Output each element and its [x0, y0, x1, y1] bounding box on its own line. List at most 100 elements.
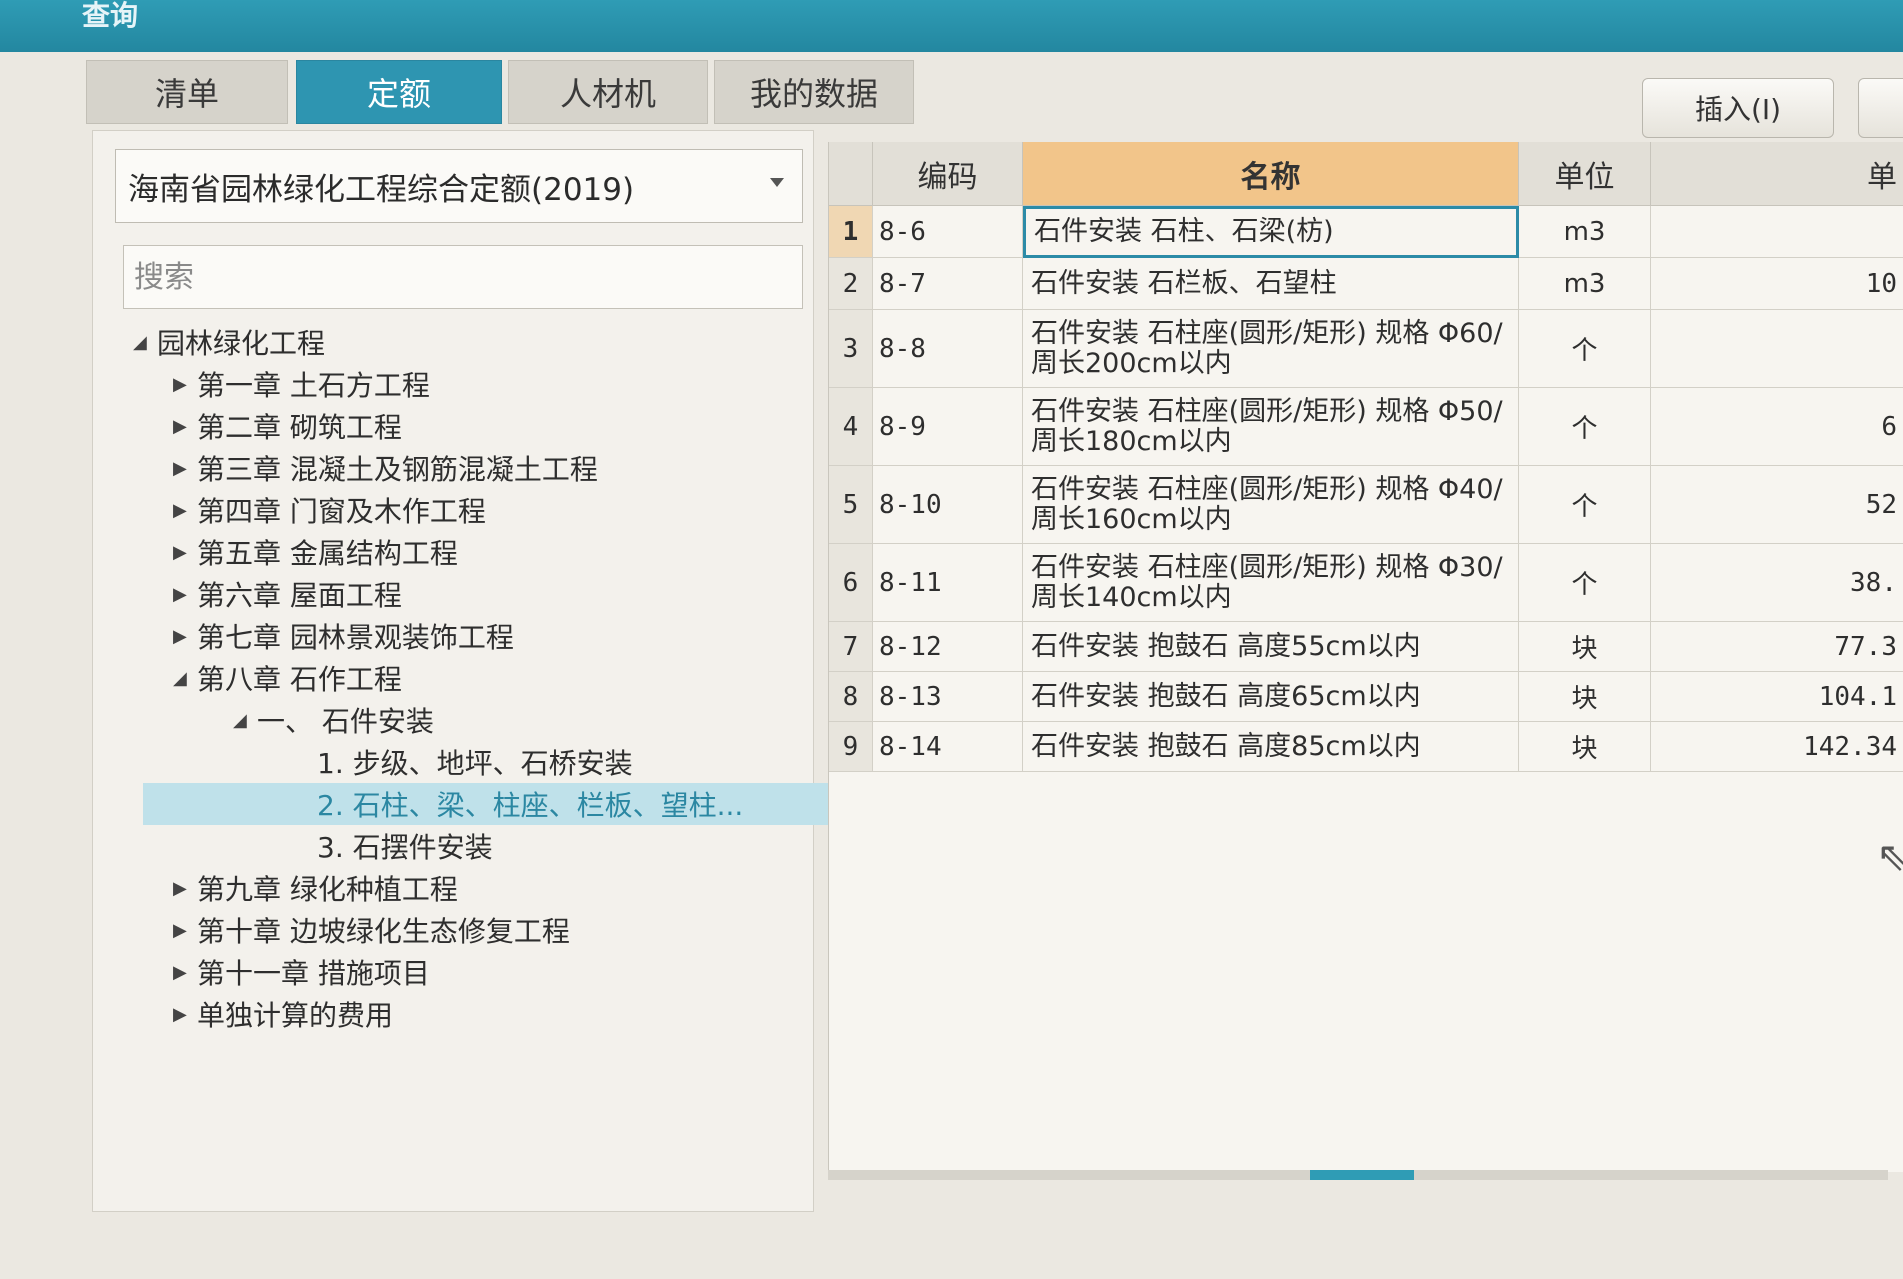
tree-item-label: 一、 石件安装 [257, 705, 434, 738]
row-number[interactable]: 4 [829, 388, 873, 466]
expand-arrow-icon[interactable]: ▶ [173, 1004, 197, 1025]
row-number[interactable]: 9 [829, 722, 873, 772]
row-number[interactable]: 1 [829, 206, 873, 258]
expand-arrow-icon[interactable]: ▶ [173, 962, 197, 983]
code-cell[interactable]: 8-9 [873, 388, 1023, 466]
window-title: 查询 [82, 0, 139, 32]
expand-arrow-icon[interactable]: ▶ [173, 920, 197, 941]
expand-arrow-icon[interactable]: ▶ [173, 584, 197, 605]
name-cell[interactable]: 石件安装 抱鼓石 高度65cm以内 [1023, 672, 1519, 722]
scrollbar-thumb[interactable] [1310, 1170, 1414, 1180]
row-number[interactable]: 8 [829, 672, 873, 722]
code-cell[interactable]: 8-13 [873, 672, 1023, 722]
price-cell[interactable] [1651, 310, 1903, 388]
unit-cell[interactable]: 块 [1519, 722, 1651, 772]
row-number[interactable]: 3 [829, 310, 873, 388]
price-cell[interactable]: 38. [1651, 544, 1903, 622]
row-number[interactable]: 7 [829, 622, 873, 672]
name-cell[interactable]: 石件安装 抱鼓石 高度85cm以内 [1023, 722, 1519, 772]
name-column-header[interactable]: 名称 [1023, 142, 1519, 206]
tree-item[interactable]: ◢ 园林绿化工程 [133, 321, 733, 363]
price-cell[interactable] [1651, 206, 1903, 258]
quota-tree-panel: 海南省园林绿化工程综合定额(2019) ◢园林绿化工程▶第一章 土石方工程▶第二… [92, 130, 963, 1212]
tree-item[interactable]: ▶ 单独计算的费用 [173, 993, 773, 1035]
price-column-header[interactable]: 单 [1651, 142, 1903, 206]
tree-item[interactable]: ◢ 一、 石件安装 [233, 699, 833, 741]
unit-cell[interactable]: m3 [1519, 206, 1651, 258]
name-cell[interactable]: 石件安装 抱鼓石 高度55cm以内 [1023, 622, 1519, 672]
tree-item[interactable]: ▶ 第七章 园林景观装饰工程 [173, 615, 773, 657]
unit-cell[interactable]: m3 [1519, 258, 1651, 310]
row-number[interactable]: 6 [829, 544, 873, 622]
tab-my-data[interactable]: 我的数据 [714, 60, 914, 124]
tree-item-label: 第八章 石作工程 [197, 663, 402, 696]
tree-item-label: 第六章 屋面工程 [197, 579, 402, 612]
code-cell[interactable]: 8-14 [873, 722, 1023, 772]
unit-column-header[interactable]: 单位 [1519, 142, 1651, 206]
tree-item-label: 1. 步级、地坪、石桥安装 [317, 747, 633, 780]
insert-button[interactable]: 插入(I) [1642, 78, 1834, 138]
tree-item[interactable]: ▶ 第九章 绿化种植工程 [173, 867, 773, 909]
expand-arrow-icon[interactable]: ▶ [173, 626, 197, 647]
expand-arrow-icon[interactable]: ▶ [173, 500, 197, 521]
price-cell[interactable]: 104.1 [1651, 672, 1903, 722]
tree-item[interactable]: 1. 步级、地坪、石桥安装 [293, 741, 893, 783]
unit-cell[interactable]: 个 [1519, 388, 1651, 466]
unit-cell[interactable]: 个 [1519, 310, 1651, 388]
code-cell[interactable]: 8-11 [873, 544, 1023, 622]
price-cell[interactable]: 10 [1651, 258, 1903, 310]
tree-item[interactable]: 3. 石摆件安装 [293, 825, 893, 867]
tree-item[interactable]: ◢ 第八章 石作工程 [173, 657, 773, 699]
unit-cell[interactable]: 块 [1519, 622, 1651, 672]
more-button[interactable] [1858, 78, 1903, 138]
unit-cell[interactable]: 个 [1519, 466, 1651, 544]
tree-item-label: 园林绿化工程 [157, 327, 326, 360]
tree-item[interactable]: ▶ 第十一章 措施项目 [173, 951, 773, 993]
search-input[interactable] [123, 245, 803, 309]
expand-arrow-icon[interactable]: ▶ [173, 458, 197, 479]
unit-cell[interactable]: 块 [1519, 672, 1651, 722]
horizontal-scrollbar[interactable] [828, 1170, 1888, 1180]
code-column-header[interactable]: 编码 [873, 142, 1023, 206]
name-cell[interactable]: 石件安装 石柱座(圆形/矩形) 规格 Φ60/周长200cm以内 [1023, 310, 1519, 388]
row-number-header [829, 142, 873, 206]
price-cell[interactable]: 77.3 [1651, 622, 1903, 672]
code-cell[interactable]: 8-10 [873, 466, 1023, 544]
tree-item[interactable]: ▶ 第六章 屋面工程 [173, 573, 773, 615]
code-cell[interactable]: 8-12 [873, 622, 1023, 672]
row-number[interactable]: 5 [829, 466, 873, 544]
row-number[interactable]: 2 [829, 258, 873, 310]
tree-item-label: 第十章 边坡绿化生态修复工程 [197, 915, 570, 948]
price-cell[interactable]: 52 [1651, 466, 1903, 544]
expand-arrow-icon[interactable]: ▶ [173, 878, 197, 899]
tree-item-label: 单独计算的费用 [197, 999, 394, 1032]
name-cell[interactable]: 石件安装 石柱座(圆形/矩形) 规格 Φ40/周长160cm以内 [1023, 466, 1519, 544]
tree-item[interactable]: ▶ 第五章 金属结构工程 [173, 531, 773, 573]
price-cell[interactable]: 6 [1651, 388, 1903, 466]
expand-arrow-icon[interactable]: ▶ [173, 542, 197, 563]
code-cell[interactable]: 8-8 [873, 310, 1023, 388]
quota-library-select[interactable]: 海南省园林绿化工程综合定额(2019) [115, 149, 803, 223]
name-cell[interactable]: 石件安装 石柱座(圆形/矩形) 规格 Φ50/周长180cm以内 [1023, 388, 1519, 466]
name-cell[interactable]: 石件安装 石栏板、石望柱 [1023, 258, 1519, 310]
tree-item[interactable]: ▶ 第十章 边坡绿化生态修复工程 [173, 909, 773, 951]
unit-cell[interactable]: 个 [1519, 544, 1651, 622]
name-cell[interactable]: 石件安装 石柱座(圆形/矩形) 规格 Φ30/周长140cm以内 [1023, 544, 1519, 622]
price-cell[interactable]: 142.34 [1651, 722, 1903, 772]
name-cell[interactable]: 石件安装 石柱、石梁(枋) [1023, 206, 1519, 258]
code-cell[interactable]: 8-6 [873, 206, 1023, 258]
tree-item[interactable]: ▶ 第三章 混凝土及钢筋混凝土工程 [173, 447, 773, 489]
tab-quota[interactable]: 定额 [296, 60, 502, 124]
code-cell[interactable]: 8-7 [873, 258, 1023, 310]
tab-bill[interactable]: 清单 [86, 60, 288, 124]
tab-labor-material-machine[interactable]: 人材机 [508, 60, 708, 124]
tree-item[interactable]: ▶ 第二章 砌筑工程 [173, 405, 773, 447]
expand-arrow-icon[interactable]: ▶ [173, 374, 197, 395]
collapse-arrow-icon[interactable]: ◢ [133, 332, 157, 353]
chevron-down-icon[interactable] [770, 178, 784, 187]
expand-arrow-icon[interactable]: ▶ [173, 416, 197, 437]
collapse-arrow-icon[interactable]: ◢ [233, 710, 257, 731]
tree-item[interactable]: ▶ 第四章 门窗及木作工程 [173, 489, 773, 531]
tree-item[interactable]: ▶ 第一章 土石方工程 [173, 363, 773, 405]
collapse-arrow-icon[interactable]: ◢ [173, 668, 197, 689]
